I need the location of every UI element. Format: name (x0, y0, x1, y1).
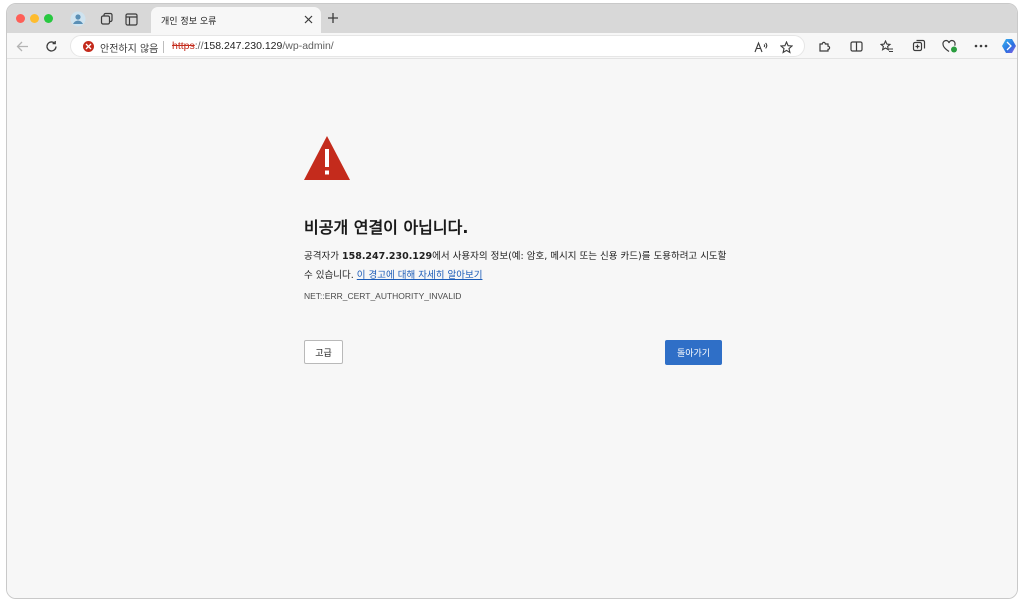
address-separator (163, 41, 164, 53)
refresh-icon[interactable] (42, 37, 60, 55)
page-title: 비공개 연결이 아닙니다. (304, 218, 469, 237)
go-back-button[interactable]: 돌아가기 (665, 340, 722, 365)
more-options-icon[interactable] (972, 37, 990, 55)
browser-window: 개인 정보 오류 안전하지 않음 https://158.247.230.129… (6, 3, 1018, 599)
url-scheme-separator: :// (194, 40, 204, 52)
profile-avatar-icon[interactable] (69, 10, 87, 28)
minimize-window-button[interactable] (30, 14, 39, 23)
navigation-toolbar: 안전하지 않음 https://158.247.230.129/wp-admin… (7, 33, 1017, 59)
warning-triangle-icon (303, 135, 351, 181)
close-window-button[interactable] (16, 14, 25, 23)
favorites-icon[interactable] (878, 37, 896, 55)
error-page: 비공개 연결이 아닙니다. 공격자가 158.247.230.129에서 사용자… (7, 59, 1017, 598)
copilot-icon[interactable] (1000, 37, 1017, 55)
address-bar[interactable]: 안전하지 않음 https://158.247.230.129/wp-admin… (70, 35, 805, 57)
split-screen-icon[interactable] (847, 37, 865, 55)
description-prefix: 공격자가 (304, 251, 342, 262)
learn-more-link[interactable]: 이 경고에 대해 자세히 알아보기 (357, 270, 483, 281)
maximize-window-button[interactable] (44, 14, 53, 23)
workspaces-icon[interactable] (98, 10, 116, 28)
collections-icon[interactable] (910, 37, 928, 55)
extensions-icon[interactable] (815, 37, 833, 55)
advanced-button[interactable]: 고급 (304, 340, 343, 364)
favorite-star-icon[interactable] (778, 39, 794, 55)
tab-title: 개인 정보 오류 (161, 16, 217, 27)
not-secure-icon[interactable] (83, 41, 94, 52)
read-aloud-icon[interactable] (753, 39, 769, 55)
browser-essentials-icon[interactable] (941, 37, 959, 55)
error-code: NET::ERR_CERT_AUTHORITY_INVALID (304, 291, 462, 301)
tab-strip: 개인 정보 오류 (7, 4, 1017, 33)
description-host: 158.247.230.129 (341, 251, 433, 262)
tab-active[interactable]: 개인 정보 오류 (151, 7, 321, 33)
url-host: 158.247.230.129 (203, 40, 283, 52)
close-icon[interactable] (301, 12, 315, 26)
url-path: /wp-admin/ (282, 40, 334, 52)
back-arrow-icon[interactable] (13, 37, 31, 55)
plus-icon[interactable] (324, 9, 342, 27)
url-scheme: https (172, 40, 195, 52)
error-description: 공격자가 158.247.230.129에서 사용자의 정보(예: 암호, 메시… (304, 247, 729, 285)
security-label[interactable]: 안전하지 않음 (100, 40, 158, 55)
url-text[interactable]: https://158.247.230.129/wp-admin/ (172, 40, 334, 52)
tab-actions-icon[interactable] (122, 10, 140, 28)
